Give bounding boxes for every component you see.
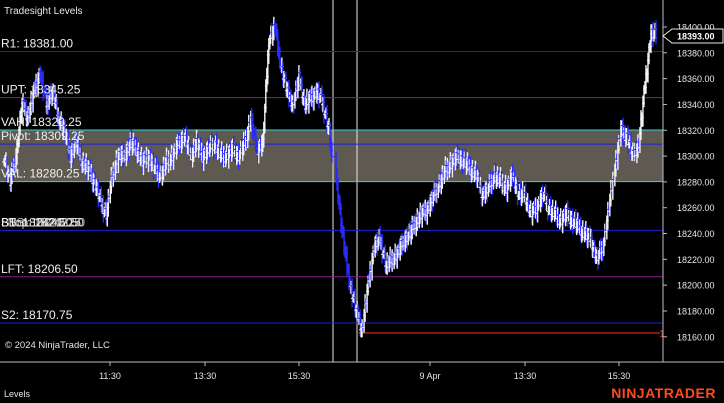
level-label: VAH: 18320.25 [1, 115, 82, 129]
price-tick-label: 18260.00 [677, 203, 715, 213]
level-label-overlap: LNS: 18242.25 [1, 216, 81, 230]
price-tick-label: 18320.00 [677, 126, 715, 136]
level-label: LFT: 18206.50 [1, 262, 78, 276]
level-label: S2: 18170.75 [1, 308, 73, 322]
current-price-label: 18393.00 [677, 32, 715, 42]
price-tick-label: 18180.00 [677, 306, 715, 316]
price-tick-label: 18340.00 [677, 100, 715, 110]
tab-levels[interactable]: Levels [4, 389, 30, 399]
level-label: VAL: 18280.25 [1, 167, 80, 181]
time-tick-label: 13:30 [514, 371, 537, 381]
ninjatrader-logo: NINJATRADER [611, 385, 716, 401]
level-label: R1: 18381.00 [1, 37, 73, 51]
copyright-text: © 2024 NinjaTrader, LLC [5, 340, 110, 351]
marker-label: 1 [659, 329, 665, 340]
price-tick-label: 18240.00 [677, 229, 715, 239]
price-tick-label: 18160.00 [677, 332, 715, 342]
price-tick-label: 18360.00 [677, 74, 715, 84]
time-tick-label: 11:30 [99, 371, 121, 381]
time-tick-label: 13:30 [194, 371, 217, 381]
time-tick-label: 9 Apr [419, 371, 440, 381]
time-tick-label: 15:30 [608, 371, 631, 381]
price-tick-label: 18280.00 [677, 177, 715, 187]
time-tick-label: 15:30 [288, 371, 311, 381]
level-label: Pivot: 18309.25 [1, 129, 85, 143]
price-tick-label: 18220.00 [677, 255, 715, 265]
price-tick-label: 18200.00 [677, 281, 715, 291]
indicator-title: Tradesight Levels [4, 6, 83, 17]
price-chart[interactable]: 1 18400.0018380.0018360.0018340.0018320.… [0, 0, 724, 403]
level-label: UPT: 18345.25 [1, 83, 81, 97]
price-tick-label: 18380.00 [677, 48, 715, 58]
price-tick-label: 18300.00 [677, 152, 715, 162]
